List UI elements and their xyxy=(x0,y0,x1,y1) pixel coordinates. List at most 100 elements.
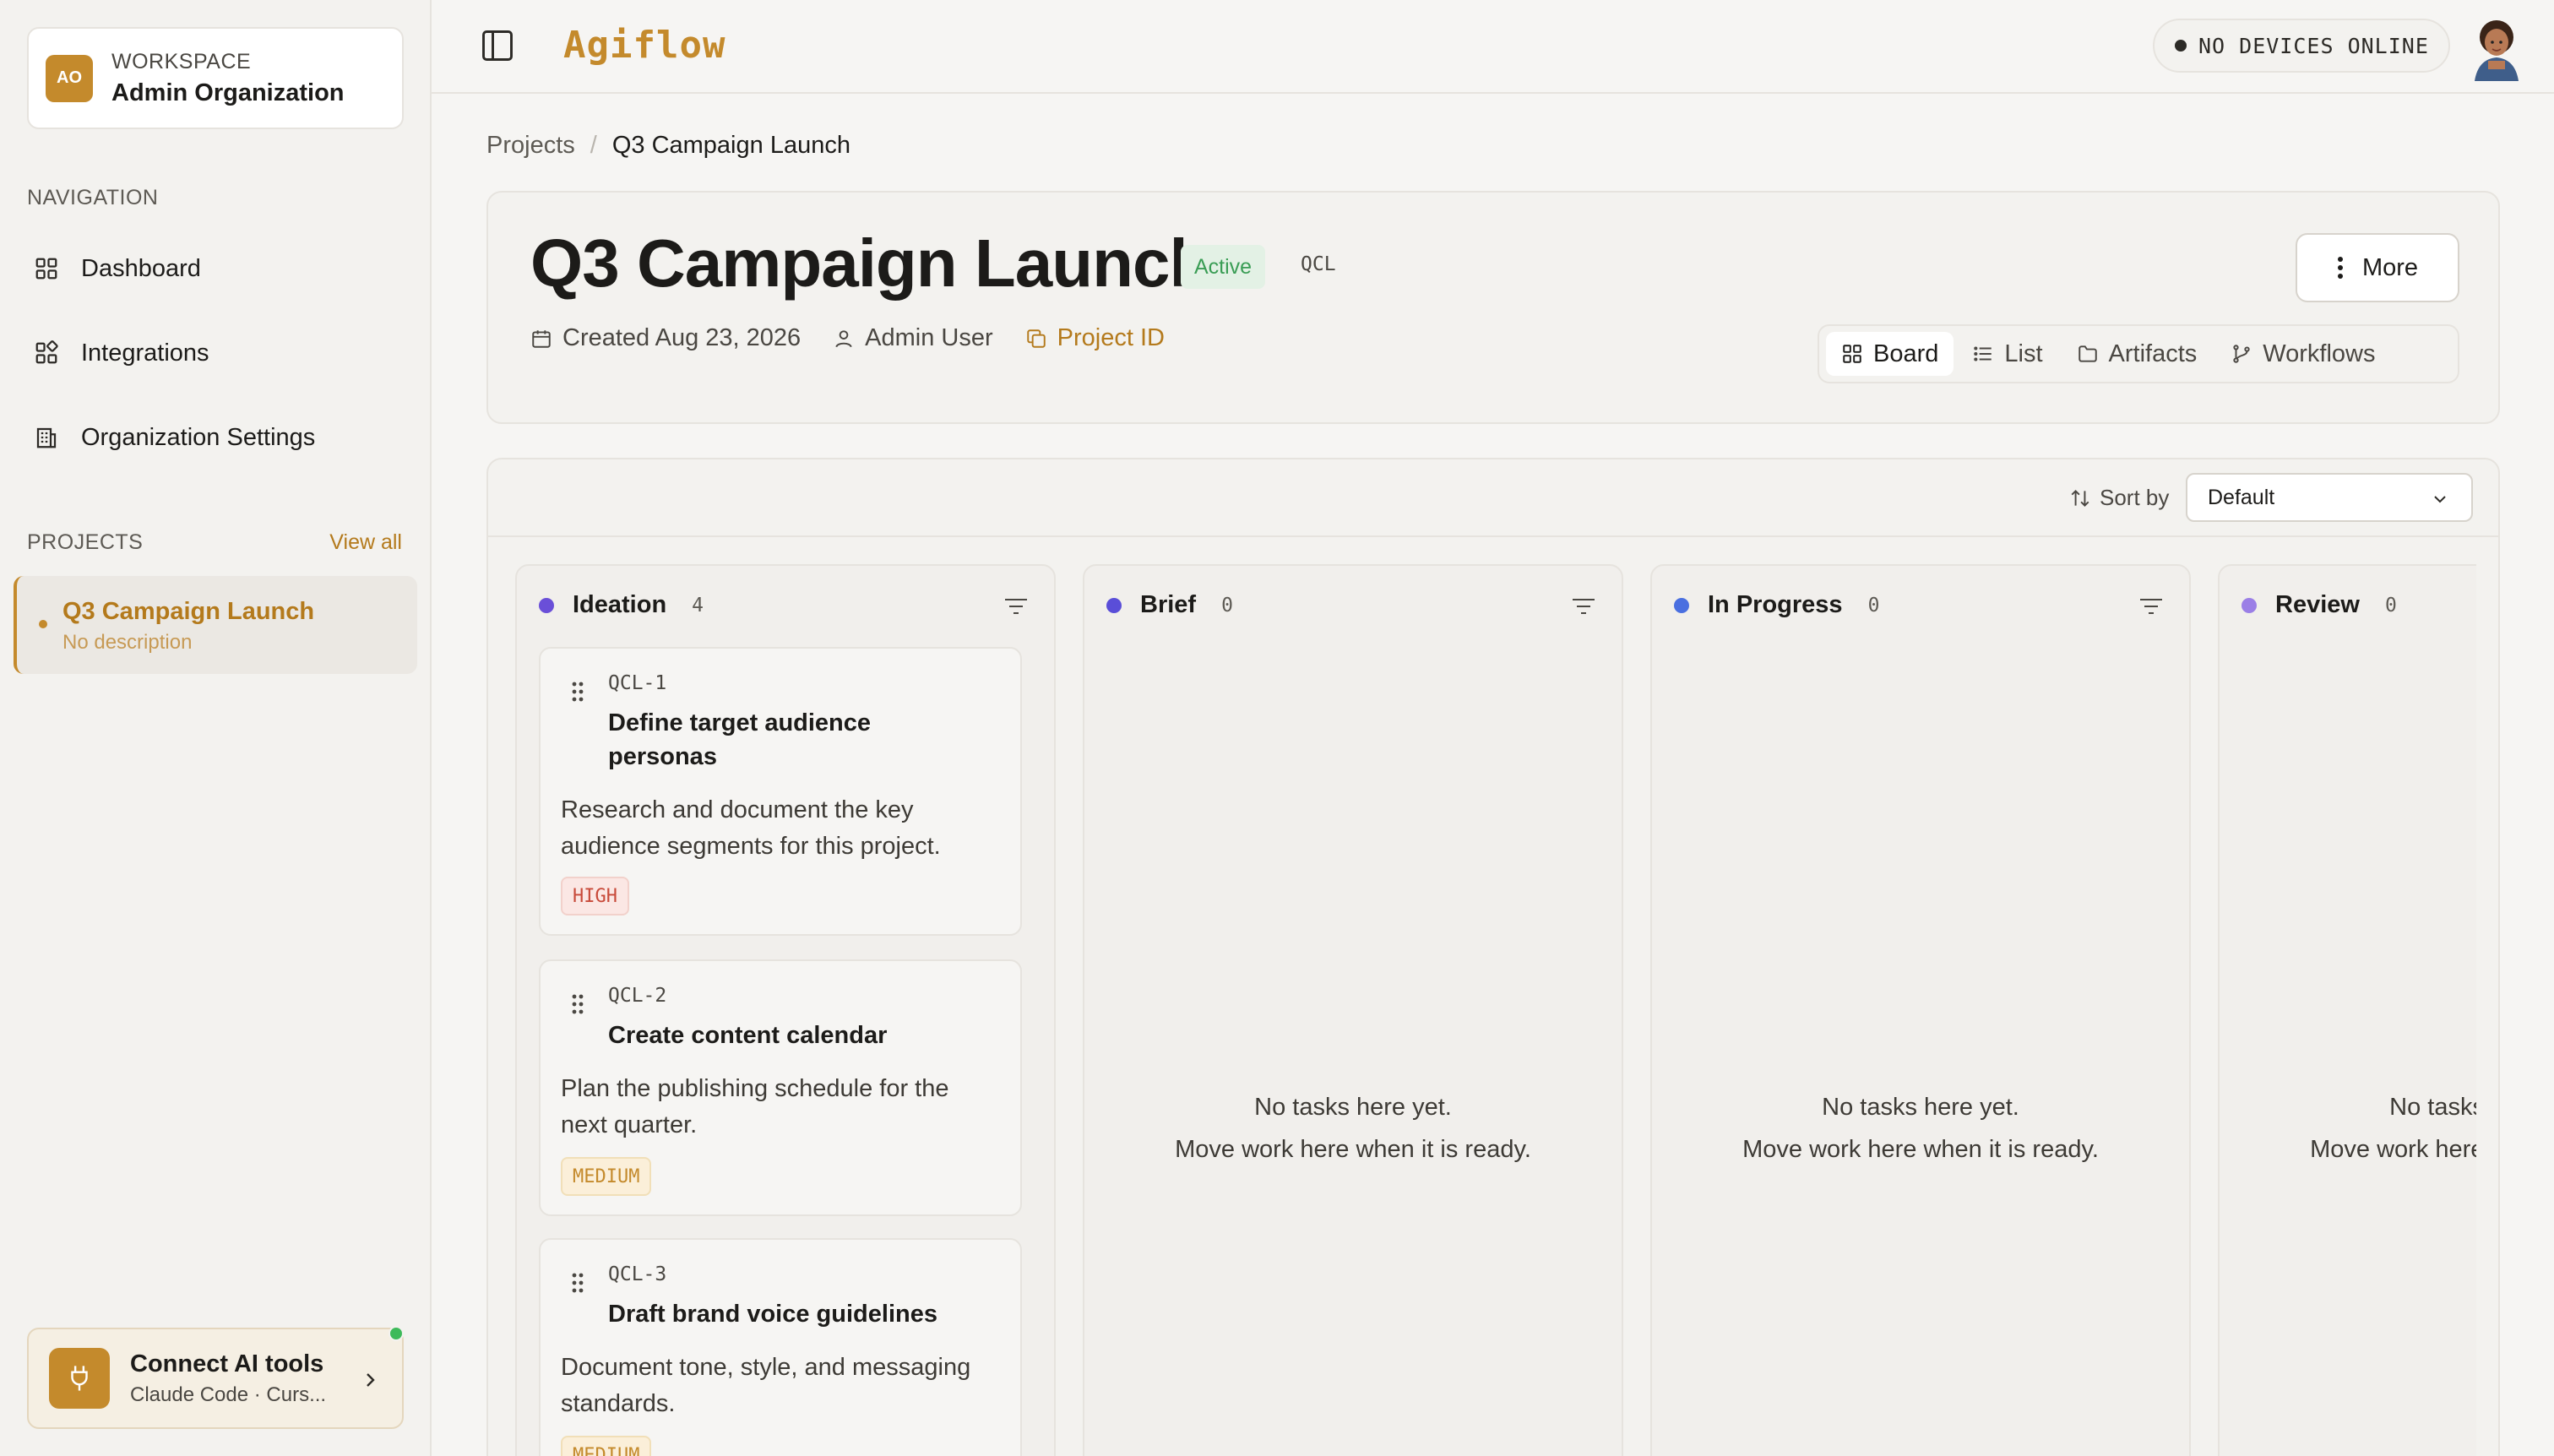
more-button[interactable]: More xyxy=(2296,233,2459,302)
top-bar: Agiflow NO DEVICES ONLINE xyxy=(432,0,2554,94)
empty-state-title: No tasks here yet. xyxy=(2389,1094,2476,1121)
plug-icon xyxy=(49,1348,110,1409)
list-icon xyxy=(1974,346,1992,361)
breadcrumb-projects-link[interactable]: Projects xyxy=(486,132,575,160)
project-owner-label: Admin User xyxy=(865,324,993,351)
priority-badge: MEDIUM xyxy=(561,1436,652,1456)
task-description: Document tone, style, and messaging stan… xyxy=(561,1354,971,1417)
tab-workflows[interactable]: Workflows xyxy=(2215,332,2390,376)
tab-board[interactable]: Board xyxy=(1826,332,1954,376)
view-all-link[interactable]: View all xyxy=(329,530,402,555)
sidebar-project-item[interactable]: Q3 Campaign Launch No description xyxy=(14,576,417,674)
page-title: Q3 Campaign Launch xyxy=(530,225,1210,301)
user-avatar[interactable] xyxy=(2463,14,2530,81)
task-title: Define target audience personas xyxy=(608,709,872,770)
breadcrumb: Projects / Q3 Campaign Launch xyxy=(486,132,850,160)
view-tabs: Board List Artifacts Workflows xyxy=(1818,324,2459,383)
tab-list[interactable]: List xyxy=(1957,332,2057,376)
empty-state-hint: Move work here when it is ready. xyxy=(1742,1136,2099,1163)
sidebar-project-description: No description xyxy=(62,631,193,654)
workspace-avatar: AO xyxy=(46,54,93,102)
workflow-icon xyxy=(2233,345,2250,363)
nav-item-integrations[interactable]: Integrations xyxy=(27,323,404,383)
kanban-board: Sort by Default Ideation 4 QCL-1 Define … xyxy=(486,458,2500,1456)
column-title: Ideation xyxy=(573,591,667,618)
breadcrumb-separator: / xyxy=(590,132,597,159)
column-status-dot xyxy=(539,597,554,613)
column-header: Review 0 xyxy=(2242,591,2397,619)
breadcrumb-current: Q3 Campaign Launch xyxy=(611,132,850,159)
column-brief: Brief 0 No tasks here yet. Move work her… xyxy=(1083,564,1623,1456)
created-date-label: Created Aug 23, 2026 xyxy=(562,324,802,351)
sidebar-toggle-icon[interactable] xyxy=(479,27,516,64)
tab-label: Workflows xyxy=(2263,340,2376,367)
column-header: In Progress 0 xyxy=(1674,591,1879,619)
task-card[interactable]: QCL-3 Draft brand voice guidelines Docum… xyxy=(539,1238,1022,1456)
priority-badge: HIGH xyxy=(561,877,629,915)
nav-item-label: Dashboard xyxy=(81,254,201,282)
sidebar: AO WORKSPACE Admin Organization NAVIGATI… xyxy=(0,0,432,1456)
connect-ai-tools-button[interactable]: Connect AI tools Claude Code · Curs... xyxy=(27,1326,404,1429)
project-meta: Created Aug 23, 2026 Admin User Project … xyxy=(530,324,1197,352)
sort-select[interactable]: Default xyxy=(2186,473,2473,522)
column-header: Ideation 4 xyxy=(539,591,704,619)
empty-state-hint: Move work here when it is ready. xyxy=(1175,1136,1531,1163)
sidebar-project-title: Q3 Campaign Launch xyxy=(62,598,315,625)
copy-project-id-button[interactable]: Project ID xyxy=(1025,324,1165,352)
column-title: In Progress xyxy=(1708,591,1843,618)
sort-select-value: Default xyxy=(2208,485,2275,509)
column-ideation: Ideation 4 QCL-1 Define target audience … xyxy=(515,564,1056,1456)
workspace-switcher[interactable]: AO WORKSPACE Admin Organization xyxy=(27,27,404,129)
board-toolbar: Sort by Default xyxy=(488,459,2498,537)
task-card[interactable]: QCL-2 Create content calendar Plan the p… xyxy=(539,959,1022,1216)
column-count: 4 xyxy=(692,594,704,617)
tab-label: Artifacts xyxy=(2108,340,2198,367)
empty-state-hint: Move work here when it is ready. xyxy=(2310,1136,2476,1163)
copy-icon xyxy=(1026,329,1046,348)
column-count: 0 xyxy=(2384,594,2397,617)
chevron-down-icon xyxy=(2434,496,2446,503)
task-title: Draft brand voice guidelines xyxy=(608,1301,937,1328)
task-description: Research and document the key audience s… xyxy=(561,796,941,860)
empty-state: No tasks here yet. Move work here when i… xyxy=(1084,1086,1622,1171)
nav-item-dashboard[interactable]: Dashboard xyxy=(27,239,404,298)
sort-label: Sort by xyxy=(2069,485,2169,511)
project-owner: Admin User xyxy=(833,324,993,352)
column-title: Review xyxy=(2275,591,2360,618)
empty-state: No tasks here yet. Move work here when i… xyxy=(2220,1086,2476,1171)
integrations-icon xyxy=(35,340,58,364)
online-status-dot xyxy=(389,1326,404,1341)
app-logo[interactable]: Agiflow xyxy=(563,24,725,67)
empty-state-title: No tasks here yet. xyxy=(1254,1094,1452,1121)
filter-icon[interactable] xyxy=(2138,596,2164,617)
filter-icon[interactable] xyxy=(1571,596,1596,617)
drag-handle-icon[interactable] xyxy=(571,993,584,1015)
grid-icon xyxy=(35,258,57,280)
building-icon xyxy=(36,427,57,448)
column-review: Review 0 No tasks here yet. Move work he… xyxy=(2218,564,2476,1456)
connect-subtitle: Claude Code · Curs... xyxy=(130,1383,327,1406)
task-key: QCL-1 xyxy=(608,672,667,694)
tab-label: Board xyxy=(1873,340,1939,367)
devices-status[interactable]: NO DEVICES ONLINE xyxy=(2153,19,2450,73)
nav-item-organization-settings[interactable]: Organization Settings xyxy=(27,408,404,467)
filter-icon[interactable] xyxy=(1003,596,1029,617)
column-in-progress: In Progress 0 No tasks here yet. Move wo… xyxy=(1650,564,2191,1456)
task-key: QCL-2 xyxy=(608,985,667,1007)
column-count: 0 xyxy=(1867,594,1880,617)
drag-handle-icon[interactable] xyxy=(571,1272,584,1294)
nav-item-label: Integrations xyxy=(81,339,209,367)
priority-badge: MEDIUM xyxy=(561,1157,652,1196)
chevron-right-icon xyxy=(367,1373,375,1387)
workspace-label: WORKSPACE xyxy=(111,49,252,73)
navigation-label: NAVIGATION xyxy=(27,186,159,209)
calendar-icon xyxy=(532,329,551,348)
task-card[interactable]: QCL-1 Define target audience personas Re… xyxy=(539,647,1022,936)
column-status-dot xyxy=(1106,597,1122,613)
devices-status-label: NO DEVICES ONLINE xyxy=(2198,33,2429,58)
board-columns: Ideation 4 QCL-1 Define target audience … xyxy=(515,564,2476,1456)
column-title: Brief xyxy=(1140,591,1197,618)
sort-icon xyxy=(2071,489,2089,507)
tab-artifacts[interactable]: Artifacts xyxy=(2062,332,2213,376)
drag-handle-icon[interactable] xyxy=(571,681,584,703)
